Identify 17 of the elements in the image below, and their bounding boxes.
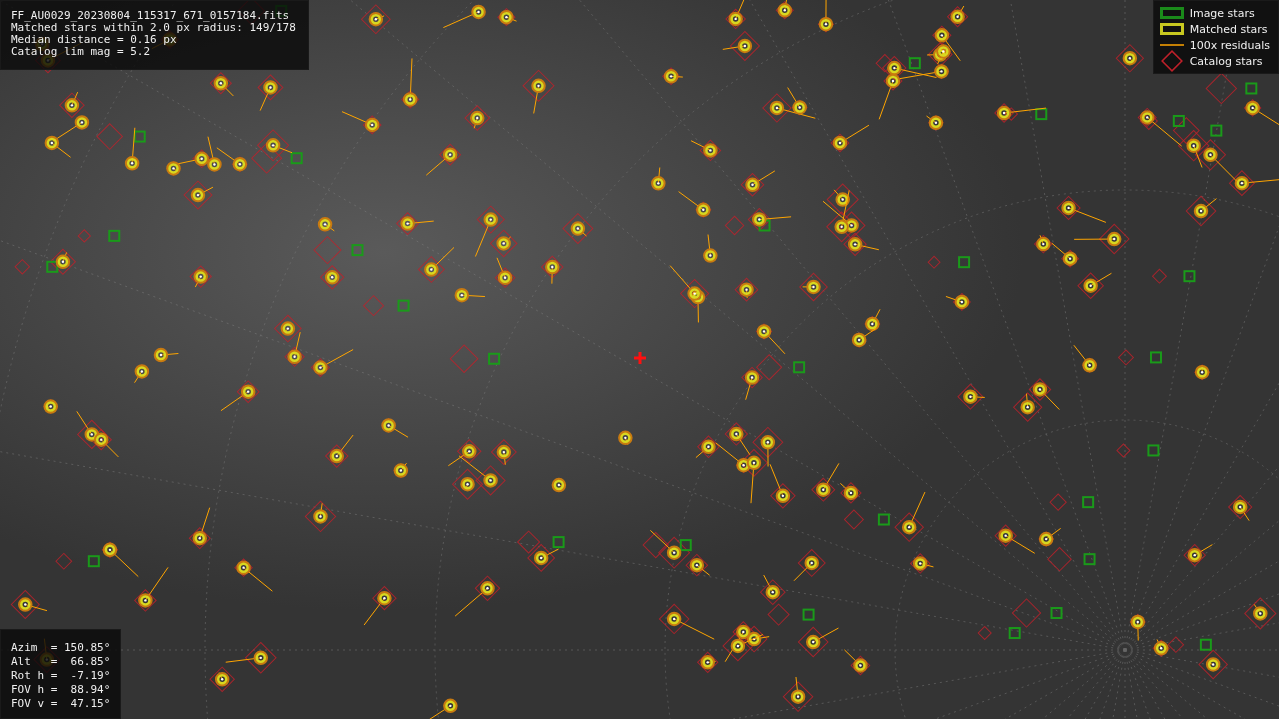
legend-label: Matched stars [1189, 22, 1268, 36]
legend-label: Image stars [1189, 6, 1255, 20]
line-icon [1159, 44, 1184, 46]
legend-label: Catalog stars [1189, 54, 1263, 68]
diamond-icon [1159, 49, 1184, 73]
pointing-text: FOV h = 88.94° [11, 684, 111, 696]
square-icon [1159, 23, 1184, 35]
info-text: Median distance = 0.16 px [11, 34, 178, 46]
square-icon [1159, 7, 1184, 19]
info-text: FF_AU0029_20230804_115317_671_0157184.fits [11, 10, 291, 22]
pointing-text: Azim = 150.85° [11, 642, 111, 654]
pointing-text: Rot h = -7.19° [11, 670, 111, 682]
legend-label: 100x residuals [1189, 38, 1270, 52]
pointing-text: FOV v = 47.15° [11, 698, 111, 710]
pointing-text: Alt = 66.85° [11, 656, 111, 668]
info-text: Catalog lim mag = 5.2 [11, 46, 152, 58]
info-text: Matched stars within 2.0 px radius: 149/178 [11, 22, 296, 34]
